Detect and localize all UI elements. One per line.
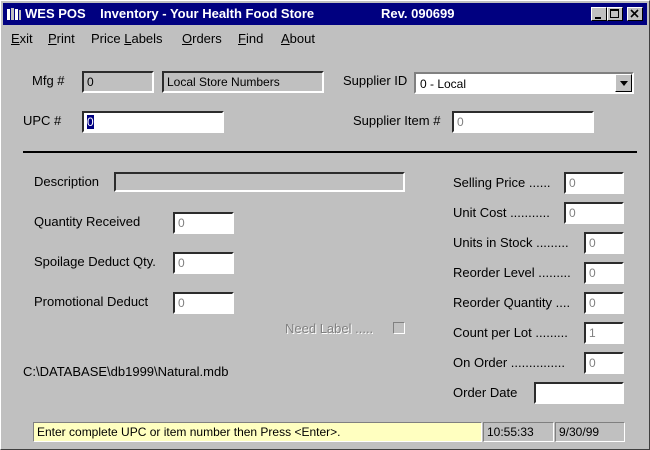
reorder-level-label: Reorder Level ......... [453,265,571,280]
order-date-label: Order Date [453,385,518,400]
reorder-qty-label: Reorder Quantity .... [453,295,571,310]
count-per-lot-label: Count per Lot ......... [453,325,568,340]
unit-cost-label: Unit Cost ........... [453,205,550,220]
on-order-label: On Order ............... [453,355,565,370]
promo-input[interactable]: 0 [173,292,234,314]
supplier-id-label: Supplier ID [343,73,408,88]
mfg-label: Mfg # [32,73,65,88]
menu-price-labels[interactable]: Price Labels [91,31,163,46]
mfg-number-field: 0 [82,71,154,93]
upc-label: UPC # [23,113,62,128]
supplier-item-label: Supplier Item # [353,113,441,128]
selling-price-input[interactable]: 0 [564,172,624,194]
reorder-level-input[interactable]: 0 [584,262,624,284]
status-message: Enter complete UPC or item number then P… [33,422,482,442]
title-bar: WES POS Inventory - Your Health Food Sto… [3,3,647,25]
qty-received-label: Quantity Received [34,214,141,229]
maximize-icon [610,9,619,18]
window-title: WES POS Inventory - Your Health Food Sto… [25,6,315,21]
upc-value: 0 [87,115,94,129]
books-icon [7,8,21,20]
unit-cost-input[interactable]: 0 [564,202,624,224]
units-in-stock-label: Units in Stock ......... [453,235,569,250]
minimize-icon [595,17,601,19]
database-path: C:\DATABASE\db1999\Natural.mdb [23,364,229,379]
minimize-button[interactable] [591,7,607,21]
selling-price-label: Selling Price ...... [453,175,551,190]
description-field [114,172,405,192]
menu-bar: Exit Print Price Labels Orders Find Abou… [3,27,647,49]
menu-find[interactable]: Find [238,31,263,46]
qty-received-input[interactable]: 0 [173,212,234,234]
menu-exit[interactable]: Exit [11,31,33,46]
pos-window: WES POS Inventory - Your Health Food Sto… [0,0,650,450]
mfg-name-field: Local Store Numbers [162,71,324,93]
reorder-qty-input[interactable]: 0 [584,292,624,314]
supplier-item-input[interactable]: 0 [452,111,594,133]
supplier-id-select[interactable]: 0 - Local [414,72,634,94]
close-icon [630,9,639,18]
menu-print[interactable]: Print [48,31,75,46]
need-label-label: Need Label ..... [285,321,374,336]
spoilage-input[interactable]: 0 [173,252,234,274]
chevron-down-icon[interactable] [615,74,632,92]
on-order-input[interactable]: 0 [584,352,624,374]
count-per-lot-input[interactable]: 1 [584,322,624,344]
status-time: 10:55:33 [483,422,554,442]
description-label: Description [34,174,100,189]
units-in-stock-input[interactable]: 0 [584,232,624,254]
order-date-input[interactable] [534,382,624,404]
upc-input[interactable]: 0 [82,111,224,133]
close-button[interactable] [627,7,643,21]
status-date: 9/30/99 [555,422,625,442]
promo-label: Promotional Deduct [34,294,149,309]
maximize-button[interactable] [607,7,623,21]
spoilage-label: Spoilage Deduct Qty. [34,254,156,269]
supplier-id-value: 0 - Local [420,77,467,91]
revision-label: Rev. 090699 [381,6,455,21]
need-label-checkbox[interactable] [393,322,405,334]
section-divider [23,151,637,153]
menu-about[interactable]: About [281,31,315,46]
menu-orders[interactable]: Orders [182,31,222,46]
